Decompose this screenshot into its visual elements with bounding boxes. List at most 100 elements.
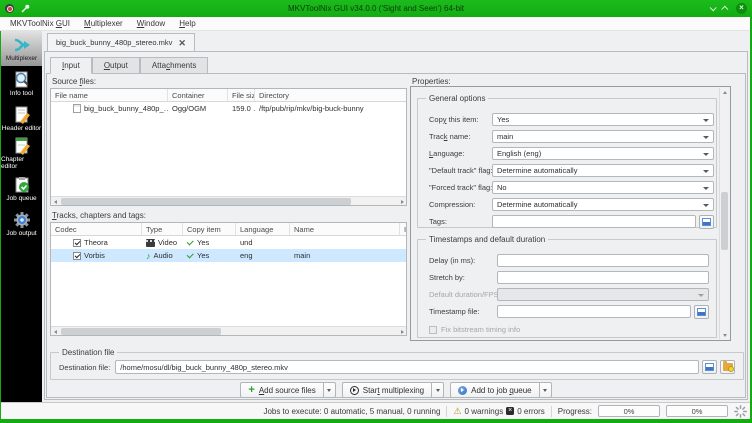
maximize-button[interactable]: [721, 5, 729, 13]
general-options-group: General options Copy this item: Yes Trac…: [417, 94, 717, 229]
copy-this-item-select[interactable]: Yes: [492, 113, 714, 126]
scroll-right-icon[interactable]: [398, 198, 406, 205]
menu-window[interactable]: Window: [130, 19, 172, 28]
destination-new-folder-button[interactable]: [720, 360, 735, 374]
menu-mkvtoolnix-gui[interactable]: MKVToolNix GUI: [3, 19, 77, 28]
fix-bitstream-checkbox: [429, 325, 437, 334]
track-checkbox[interactable]: [73, 238, 81, 247]
scroll-right-icon[interactable]: [398, 328, 406, 335]
plus-icon: +: [248, 383, 255, 396]
forced-track-flag-select[interactable]: No: [492, 181, 714, 194]
destination-file-label: Destination file:: [59, 362, 111, 372]
destination-file-group: Destination file Destination file: /home…: [50, 348, 744, 380]
column-type[interactable]: Type: [142, 223, 183, 235]
default-duration-select: [497, 288, 709, 301]
delay-input[interactable]: [497, 254, 709, 267]
stretch-by-input[interactable]: [497, 271, 709, 284]
add-to-job-queue-button[interactable]: Add to job queue: [450, 382, 540, 398]
progress-bar-current: 0%: [598, 405, 660, 417]
tool-sidebar: Multiplexer Info tool Header editor Chap…: [1, 31, 42, 402]
track-row-theora[interactable]: Theora Video Yes und: [51, 236, 406, 249]
menu-help[interactable]: Help: [172, 19, 202, 28]
column-name[interactable]: Name: [290, 223, 400, 235]
sidebar-item-job-queue[interactable]: Job queue: [1, 171, 42, 206]
source-files-header[interactable]: File name Container File size Directory: [51, 89, 406, 102]
column-file-name[interactable]: File name: [51, 89, 168, 101]
file-tab-close-icon[interactable]: ✕: [178, 38, 186, 47]
menubar: MKVToolNix GUI Multiplexer Window Help: [0, 17, 752, 31]
sidebar-item-header-editor[interactable]: Header editor: [1, 101, 42, 136]
properties-vscrollbar[interactable]: [719, 88, 729, 339]
track-row-vorbis[interactable]: Vorbis ♪ Audio Yes eng main: [51, 249, 406, 262]
window-frame: [0, 419, 752, 423]
track-checkbox[interactable]: [73, 251, 81, 260]
source-files-table[interactable]: File name Container File size Directory …: [50, 88, 407, 206]
sidebar-item-info-tool[interactable]: Info tool: [1, 66, 42, 101]
errors-count: 0 errors: [517, 406, 545, 416]
add-to-job-queue-menu-button[interactable]: [539, 382, 552, 398]
check-icon: [187, 252, 194, 259]
chevron-down-icon: [703, 136, 709, 139]
scroll-left-icon[interactable]: [51, 198, 59, 205]
track-name-select[interactable]: main: [492, 130, 714, 143]
timestamp-file-browse-button[interactable]: [694, 304, 709, 319]
minimize-button[interactable]: [709, 4, 717, 12]
start-multiplexing-menu-button[interactable]: [432, 382, 445, 398]
tab-input[interactable]: Input: [50, 57, 92, 74]
add-source-files-menu-button[interactable]: [323, 382, 336, 398]
titlebar[interactable]: MKVToolNix GUI v34.0.0 ('Sight and Seen'…: [0, 0, 752, 17]
sidebar-item-job-output[interactable]: Job output: [1, 206, 42, 241]
chevron-down-icon: [703, 187, 709, 190]
column-language[interactable]: Language: [236, 223, 290, 235]
file-tab[interactable]: big_buck_bunny_480p_stereo.mkv ✕: [47, 33, 195, 51]
tags-browse-button[interactable]: [699, 214, 714, 229]
column-container[interactable]: Container: [168, 89, 228, 101]
column-directory[interactable]: Directory: [255, 89, 406, 101]
chevron-down-icon: [703, 119, 709, 122]
timestamp-file-input[interactable]: [497, 305, 691, 318]
tracks-header[interactable]: Codec Type Copy item Language Name I: [51, 223, 406, 236]
column-copy-item[interactable]: Copy item: [183, 223, 236, 235]
tab-output[interactable]: Output: [91, 57, 140, 74]
add-source-files-button[interactable]: + Add source files: [240, 382, 324, 398]
column-file-size[interactable]: File size: [228, 89, 255, 101]
scroll-thumb[interactable]: [61, 328, 221, 335]
mkvtoolnix-window: MKVToolNix GUI v34.0.0 ('Sight and Seen'…: [0, 0, 752, 423]
header-editor-icon: [15, 106, 30, 124]
scroll-thumb[interactable]: [61, 198, 351, 205]
audio-icon: ♪: [146, 251, 151, 260]
page-tabs: Input Output Atta c hments: [50, 57, 209, 74]
start-multiplexing-button[interactable]: Start multiplexing: [341, 382, 433, 398]
window-frame: [0, 31, 1, 423]
menu-multiplexer[interactable]: Multiplexer: [77, 19, 130, 28]
scroll-thumb[interactable]: [721, 192, 728, 250]
source-file-row[interactable]: big_buck_bunny_480p_… Ogg/OGM 159.0 … /f…: [51, 102, 406, 115]
scroll-down-icon[interactable]: [721, 331, 728, 339]
destination-browse-button[interactable]: [702, 360, 717, 374]
pin-icon: [21, 4, 30, 13]
timestamps-group: Timestamps and default duration Delay (i…: [417, 235, 717, 338]
window-title: MKVToolNix GUI v34.0.0 ('Sight and Seen'…: [287, 4, 465, 13]
tags-input[interactable]: [492, 215, 696, 228]
source-files-label: Source files:: [52, 77, 97, 86]
sidebar-item-chapter-editor[interactable]: Chapter editor: [1, 136, 42, 171]
tracks-table[interactable]: Codec Type Copy item Language Name I The…: [50, 222, 407, 336]
sidebar-item-multiplexer[interactable]: Multiplexer: [1, 31, 42, 66]
file-icon: [73, 104, 81, 113]
tracks-hscrollbar[interactable]: [51, 326, 406, 335]
column-codec[interactable]: Codec: [51, 223, 142, 235]
close-button[interactable]: ×: [736, 3, 747, 14]
browse-icon: [702, 217, 711, 226]
spinner-icon: [734, 404, 747, 418]
browse-icon: [697, 307, 706, 316]
column-id[interactable]: I: [400, 223, 406, 235]
scroll-left-icon[interactable]: [51, 328, 59, 335]
destination-file-input[interactable]: /home/mosu/dl/big_buck_bunny_480p_stereo…: [115, 360, 699, 374]
properties-panel: General options Copy this item: Yes Trac…: [410, 86, 731, 341]
default-track-flag-select[interactable]: Determine automatically: [492, 164, 714, 177]
language-select[interactable]: English (eng): [492, 147, 714, 160]
tab-attachments[interactable]: Atta c hments: [139, 57, 209, 74]
source-files-hscrollbar[interactable]: [51, 196, 406, 205]
scroll-up-icon[interactable]: [721, 88, 728, 96]
compression-select[interactable]: Determine automatically: [492, 198, 714, 211]
